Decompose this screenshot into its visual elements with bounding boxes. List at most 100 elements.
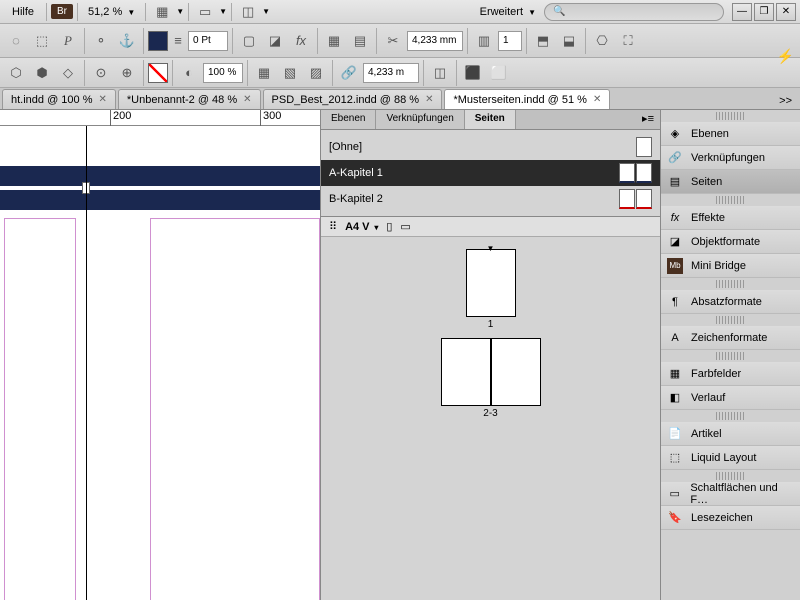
anchor-icon[interactable]: ⚓ [115, 29, 139, 53]
sidebar-item-zeichenformate[interactable]: AZeichenformate [661, 326, 800, 350]
orientation-portrait-icon[interactable]: ▯ [386, 220, 392, 233]
wrap5-icon[interactable]: ▨ [304, 61, 328, 85]
page-thumb-3[interactable] [491, 338, 541, 406]
node2-icon[interactable]: ⊕ [115, 61, 139, 85]
document-tab[interactable]: *Unbenannt-2 @ 48 %✕ [118, 89, 261, 109]
fill-swatch[interactable] [148, 31, 168, 51]
shape-icon[interactable]: ⬡ [4, 61, 28, 85]
tab-close-icon[interactable]: ✕ [243, 94, 251, 105]
fx-icon[interactable]: fx [289, 29, 313, 53]
shape2-icon[interactable]: ⬢ [30, 61, 54, 85]
master-none[interactable]: [Ohne] [321, 134, 660, 160]
sidebar-grip[interactable] [716, 472, 746, 480]
width-field[interactable]: 4,233 mm [407, 31, 463, 51]
square-icon[interactable]: ▢ [237, 29, 261, 53]
dotted-circle-icon[interactable]: ◌ [4, 29, 28, 53]
structure-icon[interactable]: ⚬ [89, 29, 113, 53]
bridge-badge[interactable]: Br [51, 4, 73, 19]
text-wrap-none-icon[interactable]: ▦ [322, 29, 346, 53]
view-options-icon[interactable]: ▦ [150, 0, 174, 24]
tab-close-icon[interactable]: ✕ [99, 94, 107, 105]
object-bar-bottom[interactable] [0, 190, 320, 210]
minimize-button[interactable]: — [732, 3, 752, 21]
chevron-down-icon: ▼ [127, 8, 135, 17]
sidebar-item-verlauf[interactable]: ◧Verlauf [661, 386, 800, 410]
text-wrap-bounding-icon[interactable]: ▤ [348, 29, 372, 53]
page-thumb-1[interactable]: ▼ [466, 249, 516, 317]
document-canvas[interactable]: 200 300 [0, 110, 320, 600]
lightning-icon[interactable]: ⚡ [777, 48, 794, 65]
arrange-icon[interactable]: ◫ [236, 0, 260, 24]
sidebar-item-effekte[interactable]: fxEffekte [661, 206, 800, 230]
sidebar-item-seiten[interactable]: ▤Seiten [661, 170, 800, 194]
sidebar-grip[interactable] [716, 196, 746, 204]
type-path-icon[interactable]: P [56, 29, 80, 53]
dotted-square-icon[interactable]: ⬚ [30, 29, 54, 53]
sidebar-grip[interactable] [716, 352, 746, 360]
sidebar-item-objektformate[interactable]: ◪Objektformate [661, 230, 800, 254]
maximize-button[interactable]: ❐ [754, 3, 774, 21]
sidebar-grip[interactable] [716, 412, 746, 420]
sidebar-item-minibridge[interactable]: MbMini Bridge [661, 254, 800, 278]
search-input[interactable]: 🔍 [544, 3, 724, 21]
sidebar-item-verknuepfungen[interactable]: 🔗Verknüpfungen [661, 146, 800, 170]
sidebar-grip[interactable] [716, 280, 746, 288]
pages-section: ⠿ A4 V ▾ ▯ ▭ ▼ 1 2-3 [321, 216, 660, 600]
wrap4-icon[interactable]: ▧ [278, 61, 302, 85]
align-bottom-icon[interactable]: ⬓ [557, 29, 581, 53]
page-thumb-2[interactable] [441, 338, 491, 406]
panel-tab-ebenen[interactable]: Ebenen [321, 110, 376, 129]
object-icon[interactable]: ⎔ [590, 29, 614, 53]
sidebar-item-lesezeichen[interactable]: 🔖Lesezeichen [661, 506, 800, 530]
columns-field[interactable]: 1 [498, 31, 522, 51]
tabs-overflow-button[interactable]: >> [771, 93, 800, 109]
document-tab[interactable]: ht.indd @ 100 %✕ [2, 89, 116, 109]
sidebar-item-ebenen[interactable]: ◈Ebenen [661, 122, 800, 146]
wrap3-icon[interactable]: ▦ [252, 61, 276, 85]
align-top-icon[interactable]: ⬒ [531, 29, 555, 53]
master-a-selected[interactable]: A-Kapitel 1 [321, 160, 660, 186]
screen-mode-icon[interactable]: ▭ [193, 0, 217, 24]
node-icon[interactable]: ⊙ [89, 61, 113, 85]
document-tab[interactable]: PSD_Best_2012.indd @ 88 %✕ [263, 89, 443, 109]
horizontal-ruler[interactable]: 200 300 [0, 110, 320, 126]
document-tab-active[interactable]: *Musterseiten.indd @ 51 %✕ [444, 89, 610, 109]
sidebar-item-liquid[interactable]: ⬚Liquid Layout [661, 446, 800, 470]
align-justify-icon[interactable]: ⬜ [487, 61, 511, 85]
sidebar-grip[interactable] [716, 316, 746, 324]
object-styles-icon: ◪ [667, 234, 683, 250]
grip-icon[interactable]: ⠿ [329, 220, 337, 233]
tab-close-icon[interactable]: ✕ [593, 94, 601, 105]
workspace-switcher[interactable]: Erweitert ▼ [472, 3, 544, 21]
shape3-icon[interactable]: ◇ [56, 61, 80, 85]
link-icon[interactable]: 🔗 [337, 61, 361, 85]
height-field[interactable]: 4,233 m [363, 63, 419, 83]
drop-shadow-icon[interactable]: ◪ [263, 29, 287, 53]
align-center-v-icon[interactable]: ⬛ [461, 61, 485, 85]
sidebar-item-absatzformate[interactable]: ¶Absatzformate [661, 290, 800, 314]
page-spread-2-3[interactable] [441, 338, 541, 406]
stroke-weight-field[interactable]: 0 Pt [188, 31, 228, 51]
columns-icon[interactable]: ▥ [472, 29, 496, 53]
crop-icon[interactable]: ✂ [381, 29, 405, 53]
panel-tab-seiten[interactable]: Seiten [465, 110, 516, 129]
sidebar-item-artikel[interactable]: 📄Artikel [661, 422, 800, 446]
menu-help[interactable]: Hilfe [4, 3, 42, 21]
opacity-field[interactable]: 100 % [203, 63, 243, 83]
transform-icon[interactable]: ⛶ [616, 29, 640, 53]
close-button[interactable]: ✕ [776, 3, 796, 21]
sidebar-grip[interactable] [716, 112, 746, 120]
master-b[interactable]: B-Kapitel 2 [321, 186, 660, 212]
zoom-level[interactable]: 51,2 % ▼ [82, 3, 141, 21]
tab-close-icon[interactable]: ✕ [425, 94, 433, 105]
panel-menu-icon[interactable]: ▸≡ [636, 110, 660, 129]
page-size-selector[interactable]: A4 V ▾ [345, 221, 378, 233]
orientation-landscape-icon[interactable]: ▭ [400, 220, 410, 233]
panel-tab-verknuepfungen[interactable]: Verknüpfungen [376, 110, 464, 129]
sidebar-item-farbfelder[interactable]: ▦Farbfelder [661, 362, 800, 386]
sidebar-item-schaltflaechen[interactable]: ▭Schaltflächen und F… [661, 482, 800, 506]
stroke-swatch[interactable] [148, 63, 168, 83]
pages-thumbnails[interactable]: ▼ 1 2-3 [321, 237, 660, 431]
object-bar-top[interactable] [0, 166, 320, 186]
gutter-icon[interactable]: ◫ [428, 61, 452, 85]
